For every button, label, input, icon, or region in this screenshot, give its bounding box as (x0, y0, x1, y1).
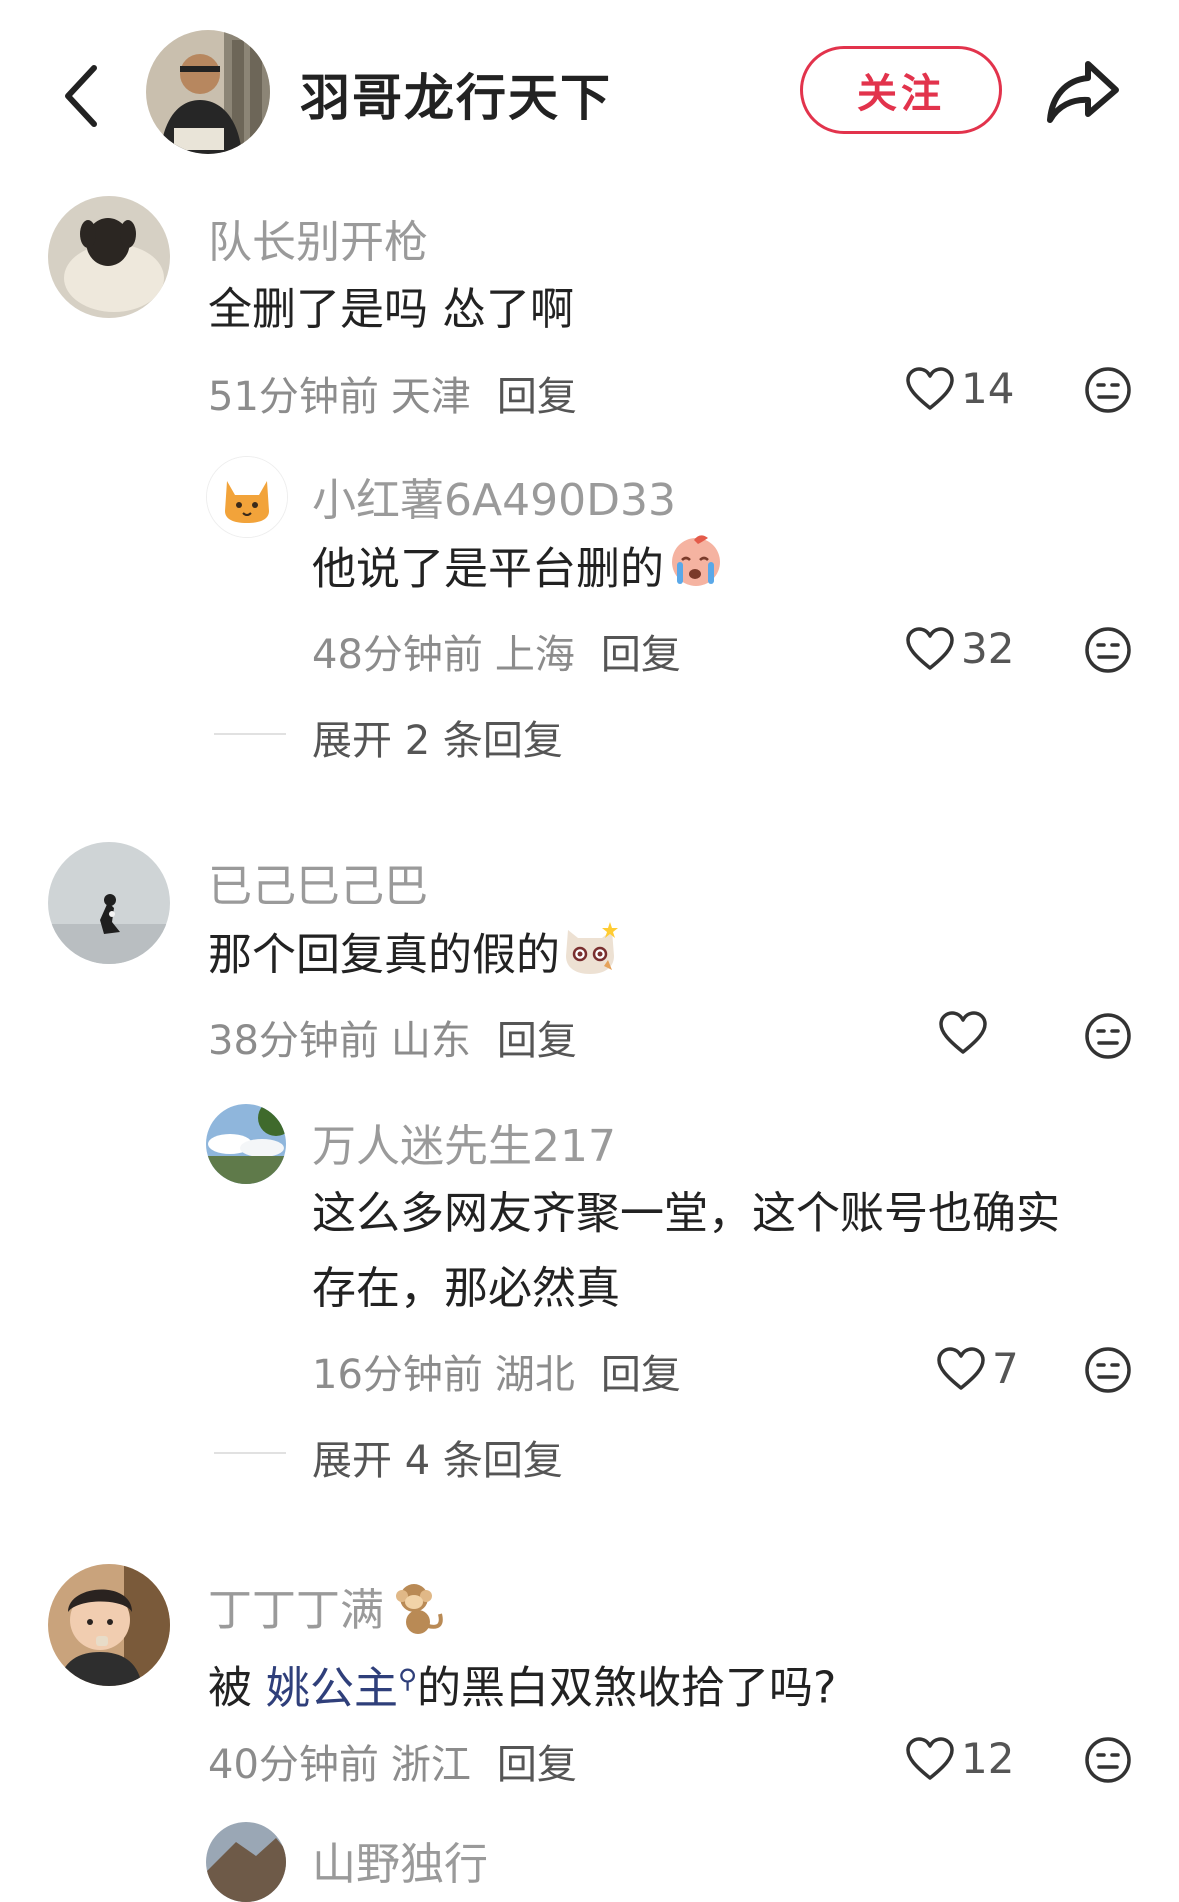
expand-replies-button[interactable]: 展开 2 条回复 (312, 708, 563, 766)
comment-meta: 51分钟前 天津 回复 (208, 364, 577, 422)
heart-icon (906, 1736, 954, 1780)
reply-location: 湖北 (494, 1352, 575, 1398)
like-button[interactable]: 7 (936, 1344, 1019, 1393)
like-button[interactable] (938, 1010, 994, 1056)
comment-time: 40分钟前 (208, 1742, 379, 1788)
divider (214, 1452, 286, 1454)
comment-text-after: 的黑白双煞收拾了吗? (417, 1662, 837, 1714)
reply-location: 上海 (494, 632, 575, 678)
cat-emoji-icon (560, 916, 620, 999)
dislike-icon[interactable] (1084, 1012, 1132, 1060)
like-count: 7 (992, 1344, 1019, 1393)
reply-text[interactable]: 这么多网友齐聚一堂，这个账号也确实 存在，那必然真 (312, 1176, 1060, 1326)
reply-time: 48分钟前 (312, 632, 483, 678)
dislike-icon[interactable] (1084, 1736, 1132, 1784)
comment-time: 38分钟前 (208, 1018, 379, 1064)
back-button[interactable] (52, 56, 108, 136)
reply-username[interactable]: 万人迷先生217 (312, 1110, 616, 1174)
dislike-icon[interactable] (1084, 366, 1132, 414)
heart-icon (937, 1346, 985, 1390)
avatar[interactable] (206, 1104, 286, 1184)
comment-text-before: 被 (208, 1662, 252, 1714)
expand-replies-button[interactable]: 展开 4 条回复 (312, 1428, 563, 1486)
comment-meta: 40分钟前 浙江 回复 (208, 1732, 577, 1790)
heart-icon (906, 366, 954, 410)
comment-username[interactable]: 队长别开枪 (208, 206, 428, 270)
follow-button[interactable]: 关注 (800, 46, 1002, 134)
comment-username-text: 丁丁丁满 (208, 1585, 384, 1636)
reply-button[interactable]: 回复 (497, 374, 577, 420)
comment-text[interactable]: 那个回复真的假的 (208, 916, 620, 999)
reply-meta: 48分钟前 上海 回复 (312, 622, 681, 680)
heart-icon (906, 626, 954, 670)
share-button[interactable] (1044, 52, 1122, 130)
comment-meta: 38分钟前 山东 回复 (208, 1008, 577, 1066)
comment-username[interactable]: 丁丁丁满 (208, 1574, 450, 1649)
author-avatar[interactable] (146, 30, 270, 154)
comment-text[interactable]: 全删了是吗 怂了啊 (208, 272, 574, 347)
comment-time: 51分钟前 (208, 374, 379, 420)
share-arrow-icon (1047, 61, 1119, 123)
reply-button[interactable]: 回复 (601, 632, 681, 678)
heart-icon (939, 1011, 987, 1054)
comment-location: 天津 (390, 374, 471, 420)
reply-meta: 16分钟前 湖北 回复 (312, 1342, 681, 1400)
reply-username[interactable]: 山野独行 (312, 1828, 488, 1892)
crying-emoji-icon (664, 530, 724, 613)
mention-link[interactable]: 姚公主⚲ (266, 1663, 417, 1714)
like-count: 12 (961, 1734, 1015, 1783)
like-button[interactable]: 12 (905, 1734, 1014, 1783)
chevron-left-icon (65, 65, 97, 127)
reply-text-line: 这么多网友齐聚一堂，这个账号也确实 (312, 1188, 1060, 1239)
avatar[interactable] (48, 196, 170, 318)
monkey-emoji-icon (392, 1578, 450, 1649)
like-button[interactable]: 14 (905, 364, 1014, 413)
dislike-icon[interactable] (1084, 626, 1132, 674)
reply-text[interactable]: 他说了是平台删的 (312, 530, 724, 613)
top-bar: 羽哥龙行天下 关注 (0, 0, 1179, 180)
reply-time: 16分钟前 (312, 1352, 483, 1398)
like-count: 32 (961, 624, 1015, 673)
comment-location: 山东 (390, 1018, 471, 1064)
comment-location: 浙江 (390, 1742, 471, 1788)
avatar[interactable] (48, 842, 170, 964)
like-count: 14 (961, 364, 1015, 413)
dislike-icon[interactable] (1084, 1346, 1132, 1394)
reply-button[interactable]: 回复 (497, 1742, 577, 1788)
like-button[interactable]: 32 (905, 624, 1014, 673)
avatar[interactable] (206, 1822, 286, 1902)
search-icon: ⚲ (398, 1664, 418, 1694)
reply-text-content: 他说了是平台删的 (312, 543, 664, 595)
avatar[interactable] (48, 1564, 170, 1686)
comment-username[interactable]: 已己巳己巴 (208, 850, 428, 914)
author-name[interactable]: 羽哥龙行天下 (300, 58, 612, 130)
comment-text[interactable]: 被 姚公主⚲的黑白双煞收拾了吗? (208, 1642, 836, 1726)
comment-text-content: 那个回复真的假的 (208, 929, 560, 981)
reply-text-line: 存在，那必然真 (312, 1263, 620, 1314)
divider (214, 733, 286, 735)
reply-username[interactable]: 小红薯6A490D33 (312, 464, 676, 528)
reply-button[interactable]: 回复 (601, 1352, 681, 1398)
mention-text: 姚公主 (266, 1662, 398, 1714)
avatar[interactable] (206, 456, 288, 538)
reply-button[interactable]: 回复 (497, 1018, 577, 1064)
